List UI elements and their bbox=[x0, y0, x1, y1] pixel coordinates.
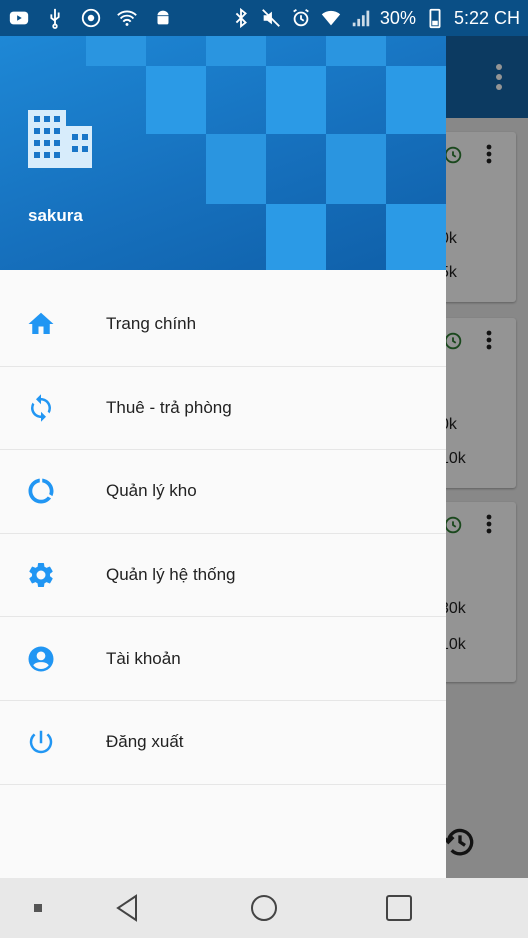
header-tile bbox=[386, 66, 446, 134]
header-tile bbox=[206, 36, 266, 66]
gear-icon bbox=[29, 563, 53, 588]
menu-item-warehouse[interactable]: Quản lý kho bbox=[0, 450, 446, 534]
wifi-icon bbox=[117, 10, 137, 26]
drawer-header: sakura bbox=[0, 0, 446, 270]
header-tile bbox=[326, 134, 386, 204]
recents-dot-icon[interactable] bbox=[24, 892, 56, 924]
header-tile bbox=[266, 204, 326, 270]
system-nav-bar bbox=[0, 878, 528, 938]
menu-item-account[interactable]: Tài khoản bbox=[0, 617, 446, 701]
menu-item-label: Thuê - trả phòng bbox=[106, 397, 232, 417]
menu-item-label: Tài khoản bbox=[106, 648, 181, 668]
status-right: 30% 5:22 CH bbox=[230, 7, 520, 29]
home-icon bbox=[28, 313, 54, 335]
battery-icon bbox=[429, 8, 441, 29]
battery-percent: 30% bbox=[379, 7, 416, 28]
menu-item-logout[interactable]: Đăng xuất bbox=[0, 701, 446, 785]
menu-item-label: Quản lý kho bbox=[106, 481, 197, 501]
chrome-icon bbox=[81, 8, 101, 28]
menu-item-checkin-checkout[interactable]: Thuê - trả phòng bbox=[0, 367, 446, 451]
menu-item-system-settings[interactable]: Quản lý hệ thống bbox=[0, 534, 446, 618]
menu-item-label: Trang chính bbox=[106, 314, 197, 334]
drawer-menu: Trang chính Thuê - trả phòng Quản lý kho… bbox=[0, 283, 446, 785]
signal-icon bbox=[352, 10, 370, 27]
home-circle-icon[interactable] bbox=[248, 892, 280, 924]
alarm-icon bbox=[293, 8, 309, 27]
mute-icon bbox=[262, 9, 280, 27]
status-bar: 30% 5:22 CH bbox=[0, 0, 528, 36]
sync-icon bbox=[30, 394, 52, 422]
header-tile bbox=[326, 36, 386, 66]
header-tile bbox=[386, 204, 446, 270]
menu-item-label: Quản lý hệ thống bbox=[106, 565, 236, 585]
header-tile bbox=[146, 66, 206, 134]
donut-icon bbox=[28, 479, 54, 504]
building-icon bbox=[28, 110, 92, 168]
bluetooth-icon bbox=[235, 7, 247, 29]
drawer-title: sakura bbox=[28, 206, 83, 225]
overview-square-icon[interactable] bbox=[383, 892, 415, 924]
account-icon bbox=[28, 646, 54, 672]
power-icon bbox=[29, 731, 53, 754]
wifi-signal-icon bbox=[321, 10, 341, 26]
navigation-drawer: sakura Trang chính Thuê - trả phòng Quản… bbox=[0, 0, 446, 878]
usb-icon bbox=[50, 8, 60, 29]
menu-item-label: Đăng xuất bbox=[106, 732, 184, 752]
header-tile bbox=[206, 134, 266, 204]
back-icon[interactable] bbox=[112, 892, 144, 924]
header-tile bbox=[86, 36, 146, 66]
header-tile bbox=[266, 66, 326, 134]
youtube-icon bbox=[9, 11, 29, 25]
menu-item-home[interactable]: Trang chính bbox=[0, 283, 446, 367]
clock: 5:22 CH bbox=[453, 7, 520, 28]
status-left bbox=[8, 7, 174, 29]
android-icon bbox=[157, 10, 169, 25]
